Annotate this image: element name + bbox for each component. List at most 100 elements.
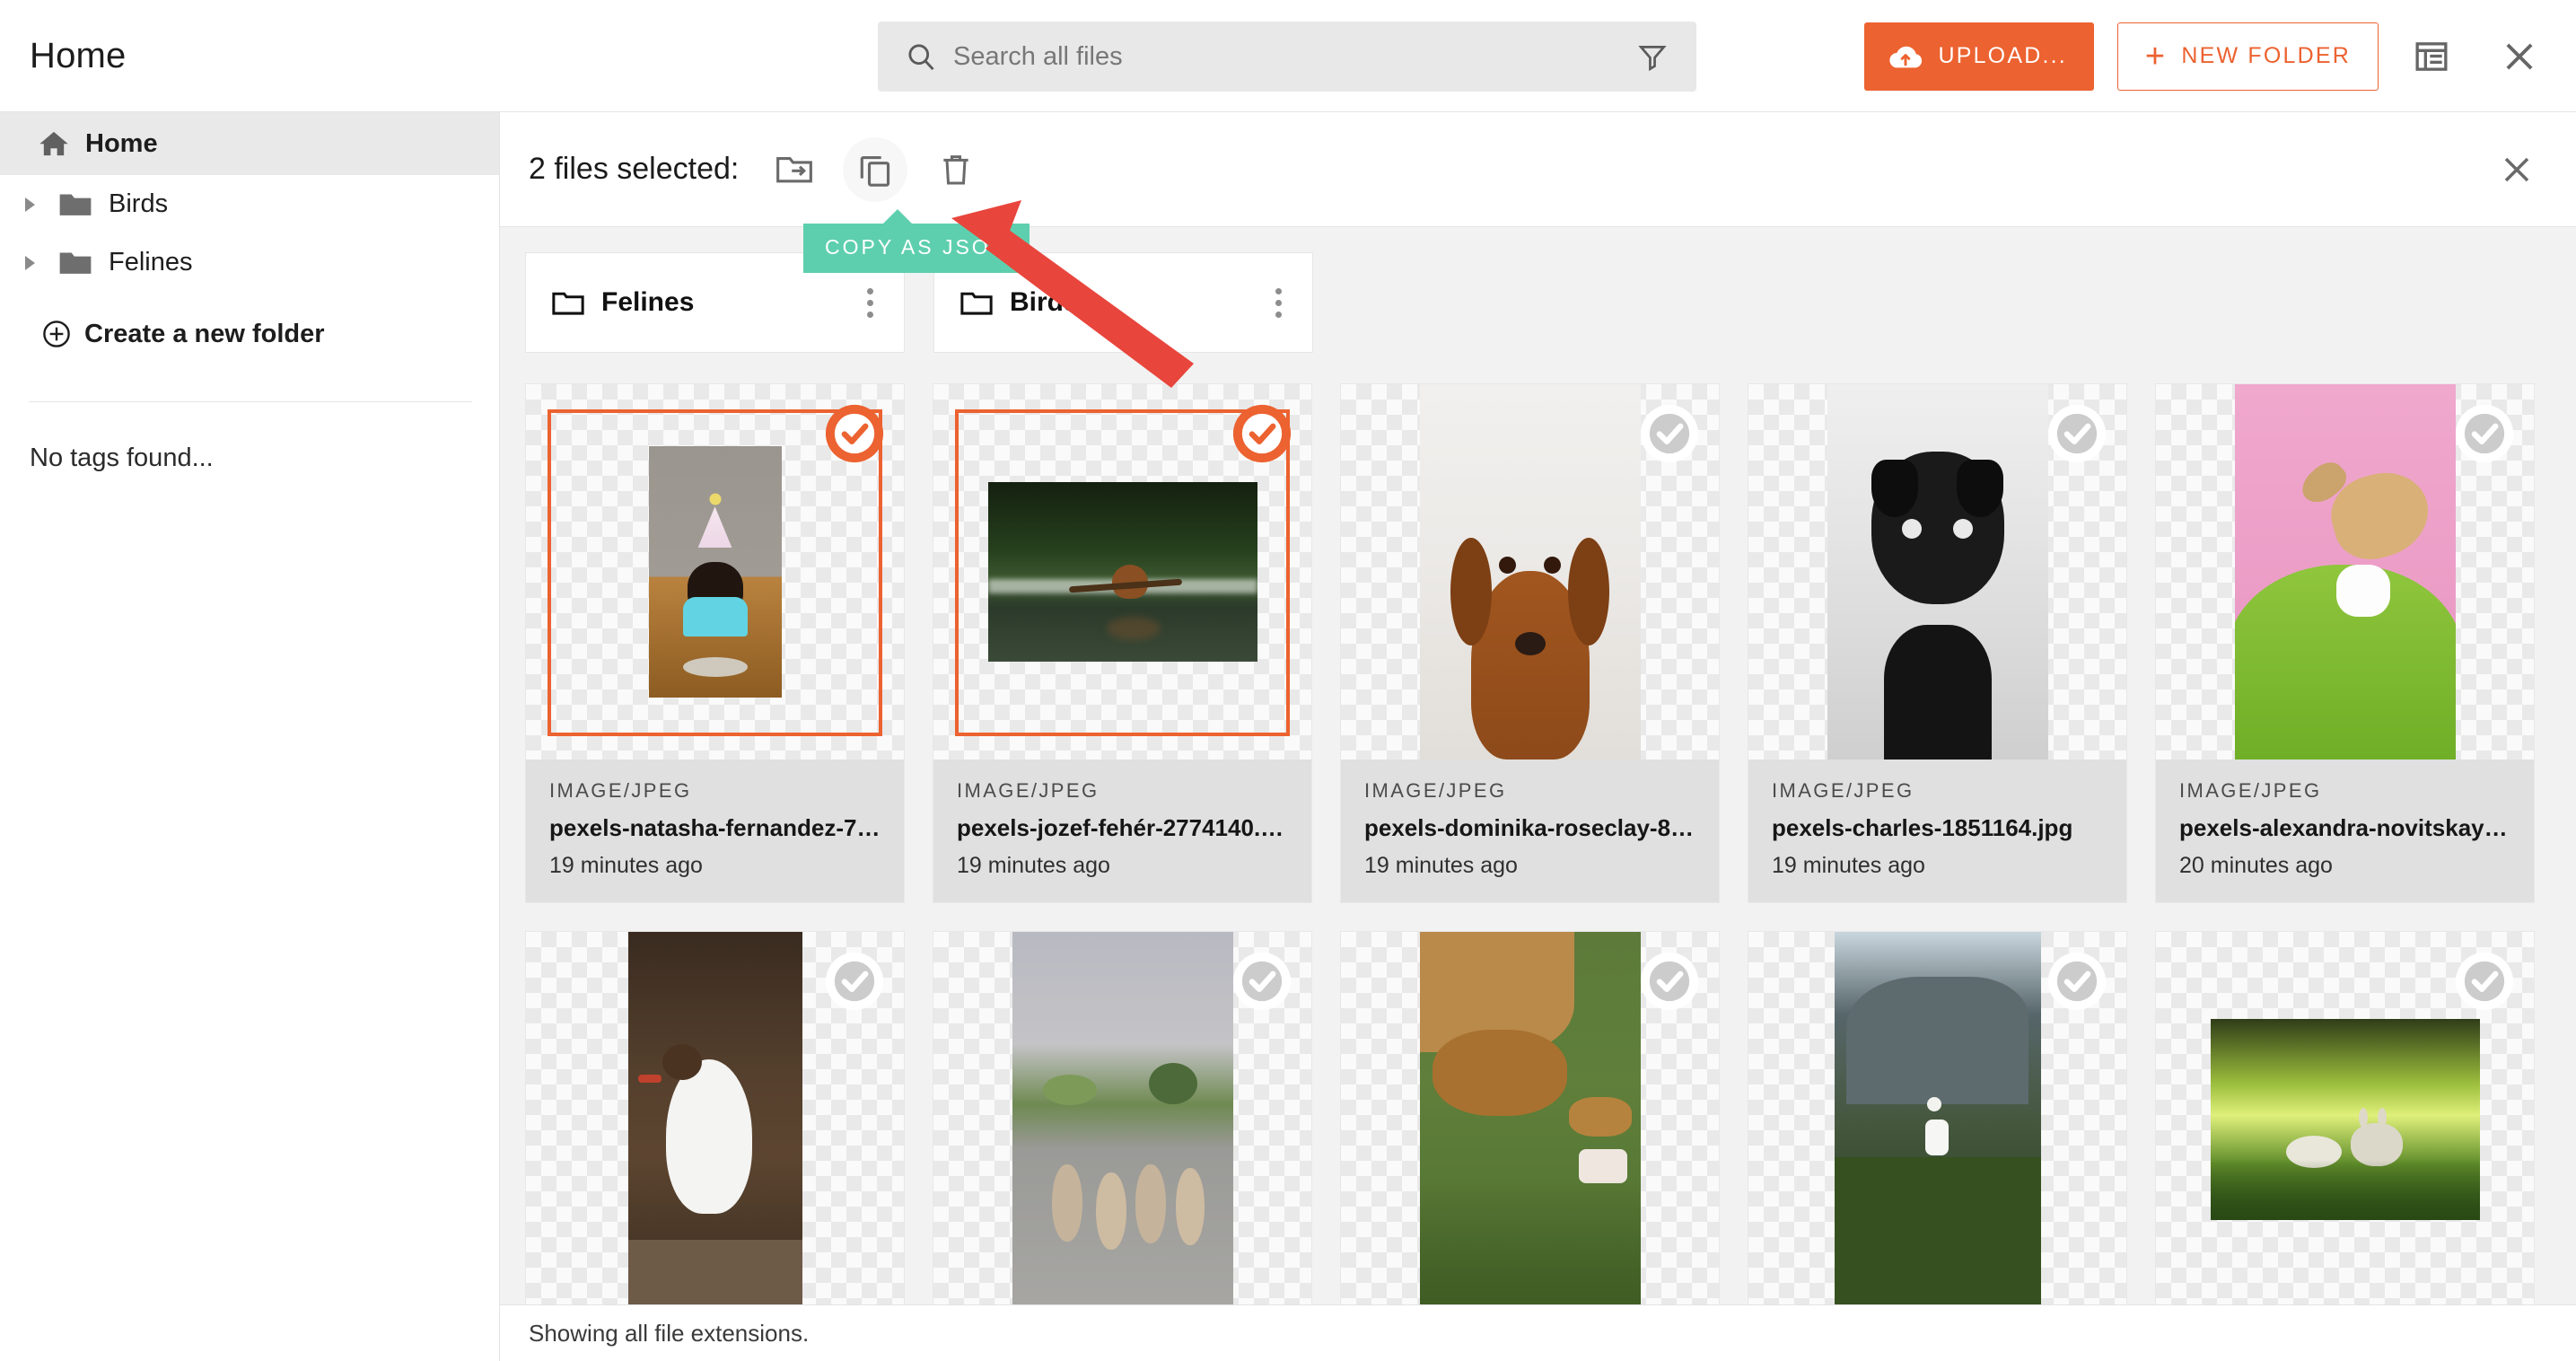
- file-manager-window: Home Search all files UPLOAD... + NEW FO…: [0, 0, 2576, 1361]
- folder-icon: [58, 191, 92, 218]
- sidebar: Home Birds Felines Create a new folder N…: [0, 112, 500, 1361]
- top-toolbar: Home Search all files UPLOAD... + NEW FO…: [0, 0, 2576, 112]
- checkmark-unselected-icon[interactable]: [2453, 402, 2516, 465]
- selection-toolbar: 2 files selected:: [500, 112, 2576, 227]
- chevron-right-icon[interactable]: [25, 255, 35, 270]
- sidebar-item-birds[interactable]: Birds: [0, 175, 499, 233]
- checkmark-unselected-icon[interactable]: [1638, 402, 1701, 465]
- file-name: pexels-alexandra-novitskaya-2...: [2179, 814, 2510, 841]
- file-name: pexels-jozef-fehér-2774140.jpg: [957, 814, 1288, 841]
- file-modified-time: 19 minutes ago: [549, 853, 703, 878]
- file-card[interactable]: [2155, 931, 2535, 1308]
- status-bar: Showing all file extensions.: [500, 1304, 2576, 1361]
- file-thumbnail[interactable]: [2156, 384, 2534, 760]
- file-cards-grid: IMAGE/JPEG pexels-natasha-fernandez-733..…: [525, 383, 2549, 1308]
- move-to-folder-button[interactable]: [762, 137, 827, 202]
- file-thumbnail[interactable]: [933, 932, 1311, 1307]
- folder-card-name: Felines: [601, 287, 695, 317]
- checkmark-unselected-icon[interactable]: [2046, 950, 2108, 1013]
- file-mime-type: IMAGE/JPEG: [1364, 779, 1507, 802]
- file-modified-time: 19 minutes ago: [1364, 853, 1518, 878]
- file-grid-area[interactable]: Felines Birds IMAGE/JPEG pexels-natasha-…: [500, 227, 2576, 1361]
- copy-as-json-button[interactable]: [843, 136, 908, 202]
- tooltip-text: COPY AS JSON: [825, 235, 1009, 259]
- file-meta: IMAGE/JPEG pexels-natasha-fernandez-733..…: [526, 760, 904, 902]
- tags-empty-message: No tags found...: [30, 443, 214, 472]
- thumbnail-image: [1419, 384, 1641, 760]
- file-thumbnail[interactable]: [1748, 384, 2126, 760]
- plus-icon: +: [2144, 37, 2168, 75]
- file-thumbnail[interactable]: [526, 932, 904, 1307]
- upload-button-label: UPLOAD...: [1938, 43, 2067, 68]
- search-icon: [905, 40, 937, 73]
- file-card[interactable]: [933, 931, 1312, 1308]
- file-modified-time: 20 minutes ago: [2179, 853, 2333, 878]
- home-icon: [38, 129, 70, 158]
- checkmark-unselected-icon[interactable]: [823, 950, 886, 1013]
- search-input[interactable]: [953, 41, 1637, 72]
- file-modified-time: 19 minutes ago: [1772, 853, 1925, 878]
- top-toolbar-actions: UPLOAD... + NEW FOLDER: [1864, 0, 2554, 112]
- folder-card-name: Birds: [1010, 287, 1079, 317]
- close-window-button[interactable]: [2484, 22, 2554, 92]
- sidebar-item-felines-label: Felines: [109, 248, 193, 277]
- thumbnail-image: [1827, 384, 2048, 760]
- checkmark-unselected-icon[interactable]: [1231, 950, 1293, 1013]
- list-view-button[interactable]: [2396, 22, 2466, 92]
- clear-selection-button[interactable]: [2492, 145, 2542, 195]
- file-thumbnail[interactable]: [1341, 384, 1719, 760]
- cloud-upload-icon: [1888, 42, 1923, 71]
- status-bar-text: Showing all file extensions.: [529, 1319, 810, 1347]
- file-meta: IMAGE/JPEG pexels-charles-1851164.jpg 19 m…: [1748, 760, 2126, 902]
- checkmark-selected-icon[interactable]: [823, 402, 886, 465]
- create-folder-link[interactable]: Create a new folder: [0, 303, 499, 365]
- file-meta: IMAGE/JPEG pexels-alexandra-novitskaya-2.…: [2156, 760, 2534, 902]
- thumbnail-image: [1419, 932, 1641, 1307]
- file-card[interactable]: IMAGE/JPEG pexels-dominika-roseclay-8952.…: [1340, 383, 1720, 903]
- file-meta: IMAGE/JPEG pexels-jozef-fehér-2774140.jpg…: [933, 760, 1311, 902]
- folder-menu-button[interactable]: [860, 281, 881, 325]
- new-folder-button[interactable]: + NEW FOLDER: [2116, 22, 2379, 91]
- new-folder-button-label: NEW FOLDER: [2181, 43, 2351, 68]
- thumbnail-image: [2234, 384, 2456, 760]
- file-thumbnail[interactable]: [933, 384, 1311, 760]
- file-modified-time: 19 minutes ago: [957, 853, 1110, 878]
- file-thumbnail[interactable]: [2156, 932, 2534, 1307]
- chevron-right-icon[interactable]: [25, 197, 35, 212]
- file-thumbnail[interactable]: [1748, 932, 2126, 1307]
- checkmark-unselected-icon[interactable]: [1638, 950, 1701, 1013]
- thumbnail-image: [648, 446, 782, 698]
- file-thumbnail[interactable]: [526, 384, 904, 760]
- sidebar-item-birds-label: Birds: [109, 189, 169, 218]
- file-name: pexels-dominika-roseclay-8952...: [1364, 814, 1695, 841]
- file-thumbnail[interactable]: [1341, 932, 1719, 1307]
- search-bar[interactable]: [878, 22, 1696, 92]
- upload-button[interactable]: UPLOAD...: [1864, 22, 2094, 91]
- sidebar-item-felines[interactable]: Felines: [0, 233, 499, 292]
- thumbnail-image: [627, 932, 802, 1307]
- delete-button[interactable]: [924, 137, 988, 202]
- sidebar-item-home[interactable]: Home: [0, 112, 499, 175]
- file-card[interactable]: IMAGE/JPEG pexels-alexandra-novitskaya-2.…: [2155, 383, 2535, 903]
- main-panel: 2 files selected: Felines Birds IMAGE/JP…: [500, 112, 2576, 1361]
- file-card[interactable]: IMAGE/JPEG pexels-jozef-fehér-2774140.jpg…: [933, 383, 1312, 903]
- file-card[interactable]: [1748, 931, 2127, 1308]
- body: Home Birds Felines Create a new folder N…: [0, 112, 2576, 1361]
- checkmark-unselected-icon[interactable]: [2453, 950, 2516, 1013]
- file-card[interactable]: IMAGE/JPEG pexels-charles-1851164.jpg 19 m…: [1748, 383, 2127, 903]
- thumbnail-image: [987, 482, 1257, 662]
- checkmark-selected-icon[interactable]: [1231, 402, 1293, 465]
- filter-icon[interactable]: [1637, 41, 1668, 72]
- file-card[interactable]: [1340, 931, 1720, 1308]
- file-name: pexels-natasha-fernandez-733...: [549, 814, 881, 841]
- file-mime-type: IMAGE/JPEG: [1772, 779, 1914, 802]
- file-card[interactable]: [525, 931, 905, 1308]
- folder-icon: [58, 250, 92, 277]
- file-mime-type: IMAGE/JPEG: [957, 779, 1100, 802]
- folder-menu-button[interactable]: [1268, 281, 1289, 325]
- file-card[interactable]: IMAGE/JPEG pexels-natasha-fernandez-733..…: [525, 383, 905, 903]
- selection-actions: [762, 136, 988, 202]
- create-folder-link-label: Create a new folder: [84, 319, 325, 348]
- selection-count-label: 2 files selected:: [529, 152, 740, 186]
- checkmark-unselected-icon[interactable]: [2046, 402, 2108, 465]
